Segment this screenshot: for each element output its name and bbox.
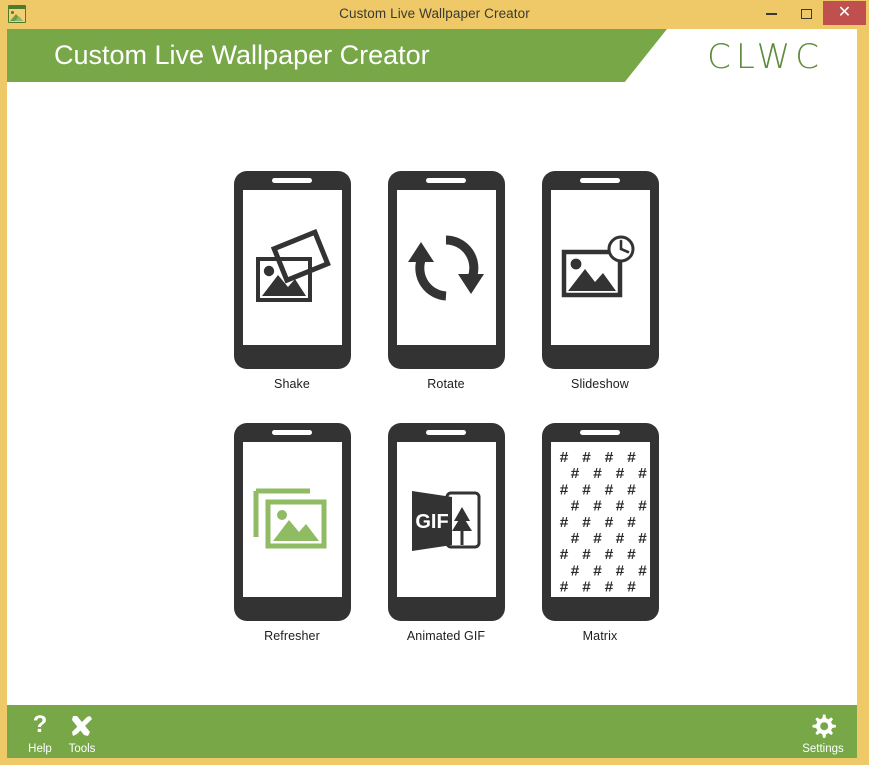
client-area: Custom Live Wallpaper Creator CLWC Shake…	[7, 29, 857, 758]
tile-label: Animated GIF	[406, 629, 486, 643]
matrix-hash-glyph: #	[592, 531, 601, 548]
matrix-hash-glyph: #	[604, 482, 613, 499]
window-title: Custom Live Wallpaper Creator	[339, 6, 530, 21]
tile-animated-gif[interactable]: GIF Animated GIF	[366, 423, 526, 643]
phone-screen	[242, 190, 342, 345]
matrix-hash-glyph: #	[637, 563, 646, 580]
tile-slideshow[interactable]: Slideshow	[520, 171, 680, 391]
matrix-hash-glyph: #	[559, 482, 568, 499]
matrix-hash-glyph: #	[559, 547, 568, 564]
mode-grid: Shake Rotate Slideshow Refresher GIF Ani…	[7, 82, 857, 705]
matrix-hash-glyph: #	[570, 563, 579, 580]
matrix-hash-glyph: #	[615, 466, 624, 483]
matrix-hash-glyph: #	[592, 563, 601, 580]
phone-frame: GIF	[387, 423, 505, 621]
photo-clock-icon	[551, 190, 650, 345]
matrix-hash-glyph: #	[604, 515, 613, 532]
phone-speaker	[272, 430, 312, 435]
shake-photo-icon	[243, 190, 342, 345]
matrix-hash-glyph: #	[637, 466, 646, 483]
tile-label: Refresher	[264, 629, 320, 643]
tile-label: Slideshow	[571, 377, 629, 391]
gif-label: GIF	[415, 511, 448, 533]
matrix-hash-glyph: #	[604, 547, 613, 564]
matrix-hash-glyph: #	[604, 450, 613, 467]
matrix-hash-glyph: #	[570, 466, 579, 483]
tile-matrix[interactable]: # # # # # # # # # # # # # # # # # # # # # # # # # # # # # # # # # # # # Mat…	[520, 423, 680, 643]
matrix-hash-glyph: #	[581, 482, 590, 499]
matrix-hash-glyph: #	[581, 450, 590, 467]
matrix-hash-glyph: #	[581, 515, 590, 532]
matrix-hash-glyph: #	[559, 515, 568, 532]
minimize-icon	[766, 13, 777, 15]
header-banner: Custom Live Wallpaper Creator CLWC	[7, 29, 857, 82]
matrix-hash-glyph: #	[592, 466, 601, 483]
matrix-hash-glyph: #	[615, 499, 624, 516]
picture-icon	[8, 5, 26, 23]
tile-shake[interactable]: Shake	[212, 171, 372, 391]
minimize-button[interactable]	[754, 0, 789, 28]
matrix-hash-glyph: #	[581, 580, 590, 597]
matrix-hash-glyph: #	[581, 547, 590, 564]
rotate-arrows-icon	[397, 190, 496, 345]
matrix-hash-glyph: #	[637, 531, 646, 548]
phone-screen	[242, 442, 342, 597]
tile-refresher[interactable]: Refresher	[212, 423, 372, 643]
phone-frame: # # # # # # # # # # # # # # # # # # # # # # # # # # # # # # # # # # # #	[541, 423, 659, 621]
phone-speaker	[272, 178, 312, 183]
application-window: Custom Live Wallpaper Creator ✕ Custom L…	[0, 0, 869, 765]
brand-logo: CLWC	[707, 37, 824, 77]
phone-frame	[233, 423, 351, 621]
matrix-hash-glyph: #	[626, 450, 635, 467]
settings-label: Settings	[802, 743, 844, 755]
maximize-button[interactable]	[789, 0, 824, 28]
wrench-screwdriver-icon	[54, 712, 110, 740]
tile-label: Shake	[274, 377, 310, 391]
phone-frame	[387, 171, 505, 369]
settings-button[interactable]: Settings	[795, 712, 851, 755]
matrix-hash-glyph: #	[626, 482, 635, 499]
gif-panel-icon: GIF	[397, 442, 496, 597]
phone-speaker	[426, 178, 466, 183]
close-button[interactable]: ✕	[823, 1, 866, 25]
phone-screen: GIF	[396, 442, 496, 597]
matrix-hash-glyph: #	[559, 580, 568, 597]
tile-label: Matrix	[582, 629, 618, 643]
phone-frame	[233, 171, 351, 369]
matrix-hash-glyph: #	[570, 531, 579, 548]
matrix-hash-glyph: #	[637, 499, 646, 516]
phone-frame	[541, 171, 659, 369]
phone-speaker	[426, 430, 466, 435]
footer-toolbar: ? Help Tools Settings	[7, 705, 857, 758]
close-icon: ✕	[837, 4, 852, 21]
title-bar: Custom Live Wallpaper Creator ✕	[0, 0, 869, 28]
phone-screen	[396, 190, 496, 345]
phone-speaker	[580, 178, 620, 183]
tools-label: Tools	[68, 743, 96, 755]
matrix-hash-glyph: #	[559, 450, 568, 467]
gear-icon	[795, 712, 851, 740]
tools-button[interactable]: Tools	[54, 712, 110, 755]
tile-rotate[interactable]: Rotate	[366, 171, 526, 391]
matrix-hash-glyph: #	[615, 531, 624, 548]
matrix-hash-glyph: #	[604, 580, 613, 597]
hash-matrix-icon: # # # # # # # # # # # # # # # # # # # # # # # # # # # # # # # # # # # #	[551, 442, 650, 597]
phone-speaker	[580, 430, 620, 435]
matrix-hash-glyph: #	[592, 499, 601, 516]
matrix-hash-glyph: #	[626, 515, 635, 532]
matrix-hash-glyph: #	[626, 547, 635, 564]
maximize-icon	[801, 9, 812, 19]
matrix-hash-glyph: #	[615, 563, 624, 580]
phone-screen: # # # # # # # # # # # # # # # # # # # # # # # # # # # # # # # # # # # #	[550, 442, 650, 597]
stacked-photos-icon	[243, 442, 342, 597]
matrix-hash-glyph: #	[626, 580, 635, 597]
matrix-hash-glyph: #	[570, 499, 579, 516]
page-title: Custom Live Wallpaper Creator	[54, 40, 430, 70]
tile-label: Rotate	[427, 377, 465, 391]
phone-screen	[550, 190, 650, 345]
svg-text:?: ?	[33, 713, 48, 738]
